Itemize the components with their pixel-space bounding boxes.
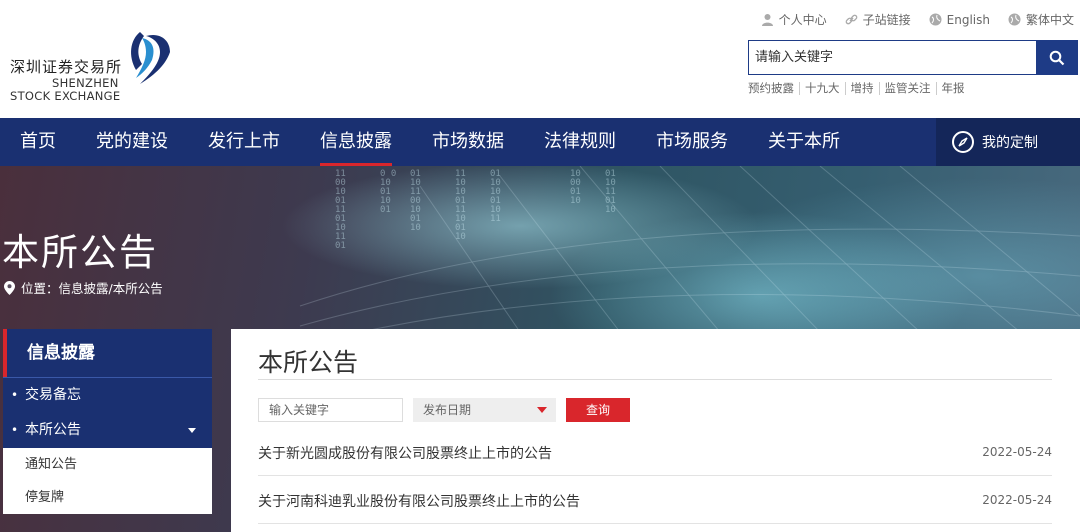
banner-digits: 0 0 10 01 10 01 xyxy=(380,169,397,215)
publish-date-select[interactable]: 发布日期 xyxy=(413,398,556,422)
list-item[interactable]: 关于河南科迪乳业股份有限公司股票终止上市的公告 2022-05-24 xyxy=(258,476,1052,524)
notice-title[interactable]: 关于河南科迪乳业股份有限公司股票终止上市的公告 xyxy=(258,491,580,511)
link-icon xyxy=(845,14,857,25)
page: 深圳证券交易所 SHENZHEN STOCK EXCHANGE 个人中心 子站链… xyxy=(0,0,1080,532)
banner-digits: 01 10 10 01 10 11 xyxy=(490,169,501,224)
compass-icon xyxy=(952,131,974,153)
main-nav: 首页 党的建设 发行上市 信息披露 市场数据 法律规则 市场服务 关于本所 我的… xyxy=(0,118,1080,166)
nav-item-listing[interactable]: 发行上市 xyxy=(188,118,300,166)
content-title: 本所公告 xyxy=(258,348,359,377)
toplink-label: 子站链接 xyxy=(862,13,911,27)
nav-item-party-building[interactable]: 党的建设 xyxy=(76,118,188,166)
sidebar-submenu: 通知公告 停复牌 xyxy=(3,448,212,514)
notice-title[interactable]: 关于新光圆成股份有限公司股票终止上市的公告 xyxy=(258,443,552,463)
breadcrumb: 位置：信息披露/本所公告 xyxy=(4,278,163,297)
location-pin-icon xyxy=(4,280,15,295)
banner-digits: 10 00 01 10 xyxy=(570,169,581,206)
search-input[interactable] xyxy=(748,40,1036,75)
quick-link-19th-congress[interactable]: 十九大 xyxy=(799,82,845,95)
toplink-label: English xyxy=(946,12,990,27)
nav-item-rules[interactable]: 法律规则 xyxy=(524,118,636,166)
toplink-label: 繁体中文 xyxy=(1025,13,1074,27)
quick-link-shareholding-increase[interactable]: 增持 xyxy=(844,82,879,95)
notice-list: 关于新光圆成股份有限公司股票终止上市的公告 2022-05-24 关于河南科迪乳… xyxy=(258,428,1052,524)
main-content: 本所公告 发布日期 查询 关于新光圆成股份有限公司股票终止上市的公告 2022-… xyxy=(231,329,1080,532)
quick-link-reservation-disclosure[interactable]: 预约披露 xyxy=(748,82,799,95)
toplink-traditional-chinese[interactable]: 繁体中文 xyxy=(1008,11,1074,28)
sidebar-heading: 信息披露 xyxy=(3,329,212,377)
notice-date: 2022-05-24 xyxy=(982,493,1052,507)
globe-icon xyxy=(1008,13,1021,26)
search-button[interactable] xyxy=(1036,40,1078,75)
nav-item-market-data[interactable]: 市场数据 xyxy=(412,118,524,166)
site-header: 深圳证券交易所 SHENZHEN STOCK EXCHANGE 个人中心 子站链… xyxy=(0,0,1080,118)
nav-item-about[interactable]: 关于本所 xyxy=(748,118,860,166)
dropdown-arrow-icon xyxy=(537,407,547,413)
banner-digits: 11 10 10 01 11 10 01 10 xyxy=(455,169,466,242)
top-links: 个人中心 子站链接 English 繁体中文 xyxy=(761,11,1074,28)
sidebar-item-label: 交易备忘 xyxy=(25,387,81,403)
banner-grid-pattern xyxy=(299,166,1080,332)
divider xyxy=(258,379,1052,380)
search-icon xyxy=(1049,50,1065,65)
toplink-personal-center[interactable]: 个人中心 xyxy=(761,11,827,28)
logo-name-en-line2: STOCK EXCHANGE xyxy=(10,89,121,103)
list-item[interactable]: 关于新光圆成股份有限公司股票终止上市的公告 2022-05-24 xyxy=(258,428,1052,476)
sidebar-item-label: 本所公告 xyxy=(25,422,81,438)
quick-links: 预约披露 十九大 增持 监管关注 年报 xyxy=(748,82,970,95)
notice-date: 2022-05-24 xyxy=(982,445,1052,459)
szse-logo[interactable]: 深圳证券交易所 SHENZHEN STOCK EXCHANGE xyxy=(8,30,178,103)
sidebar-item-trading-memo[interactable]: • 交易备忘 xyxy=(3,378,212,413)
nav-item-disclosure[interactable]: 信息披露 xyxy=(300,118,412,166)
quick-link-annual-report[interactable]: 年报 xyxy=(935,82,970,95)
globe-icon xyxy=(929,13,942,26)
nav-item-market-services[interactable]: 市场服务 xyxy=(636,118,748,166)
logo-name-en-line1: SHENZHEN xyxy=(52,76,119,90)
toplink-subsite-links[interactable]: 子站链接 xyxy=(845,11,911,28)
banner-title: 本所公告 xyxy=(2,231,158,274)
logo-mark-icon xyxy=(131,32,170,84)
sidebar-subitem-notices[interactable]: 通知公告 xyxy=(3,448,212,481)
banner-digits: 11 00 10 01 11 01 10 11 01 xyxy=(335,169,346,251)
site-search xyxy=(748,40,1078,75)
breadcrumb-text[interactable]: 位置：信息披露/本所公告 xyxy=(21,278,163,297)
sidebar: 信息披露 • 交易备忘 • 本所公告 通知公告 停复牌 xyxy=(3,329,212,532)
sidebar-subitem-suspension-resumption[interactable]: 停复牌 xyxy=(3,481,212,514)
logo-name-cn: 深圳证券交易所 xyxy=(10,58,123,76)
banner-digits: 01 10 11 00 10 01 10 xyxy=(410,169,421,233)
bullet: • xyxy=(11,388,19,402)
person-icon xyxy=(761,14,773,26)
my-customization-button[interactable]: 我的定制 xyxy=(936,118,1080,166)
bullet: • xyxy=(11,423,19,437)
chevron-down-icon xyxy=(188,428,196,433)
toplink-label: 个人中心 xyxy=(778,13,827,27)
sidebar-menu: • 交易备忘 • 本所公告 xyxy=(3,377,212,448)
publish-date-label: 发布日期 xyxy=(423,403,472,417)
sidebar-item-exchange-announcements[interactable]: • 本所公告 xyxy=(3,413,212,448)
keyword-input[interactable] xyxy=(258,398,403,422)
banner-digits: 01 10 11 01 10 xyxy=(605,169,616,215)
toplink-english[interactable]: English xyxy=(929,11,990,28)
quick-link-regulatory-attention[interactable]: 监管关注 xyxy=(878,82,936,95)
filter-bar: 发布日期 查询 xyxy=(258,398,630,422)
nav-item-home[interactable]: 首页 xyxy=(0,118,76,166)
query-button[interactable]: 查询 xyxy=(566,398,630,422)
my-customization-label: 我的定制 xyxy=(982,135,1038,151)
